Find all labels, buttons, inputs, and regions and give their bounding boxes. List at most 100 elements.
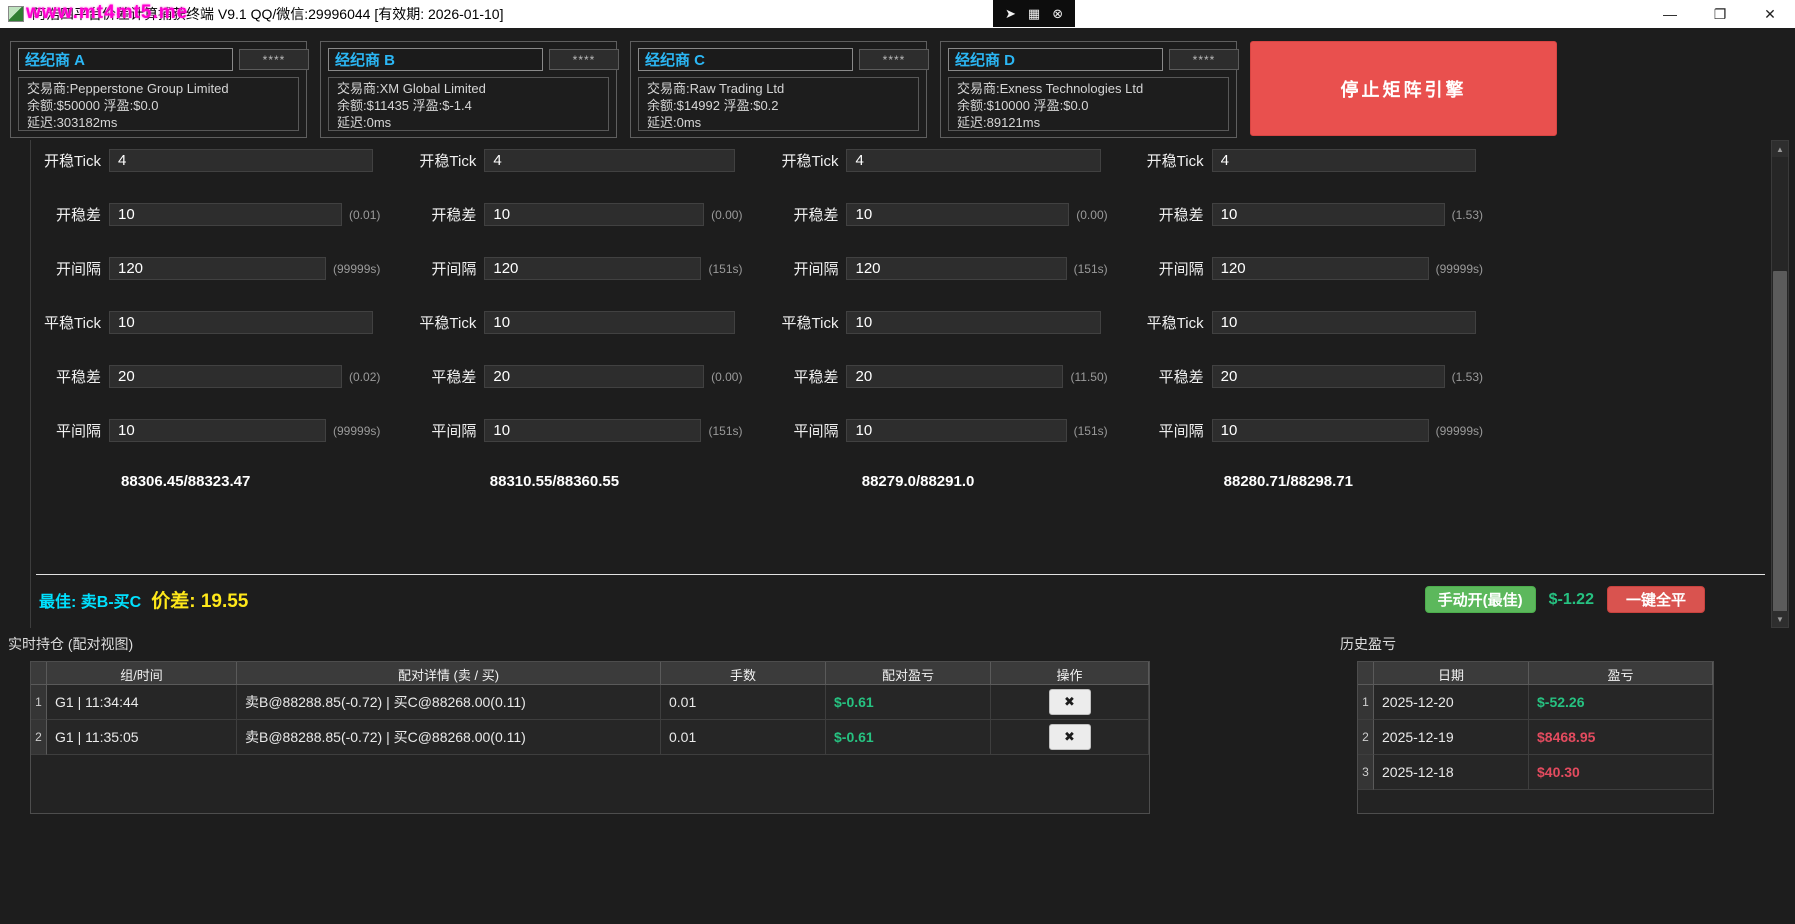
param-suffix: (0.00) xyxy=(711,208,742,222)
param-input-b-open-interval[interactable] xyxy=(484,257,701,280)
param-input-a-close-tick[interactable] xyxy=(109,311,373,334)
param-suffix: (11.50) xyxy=(1070,370,1107,384)
param-input-c-close-interval[interactable] xyxy=(846,419,1066,442)
broker-c-name-input[interactable] xyxy=(638,48,853,71)
param-input-a-open-diff[interactable] xyxy=(109,203,342,226)
param-input-d-close-diff[interactable] xyxy=(1212,365,1445,388)
bottom-section: 实时持仓 (配对视图) 历史盈亏 组/时间 配对详情 (卖 / 买) 手数 配对… xyxy=(0,634,1795,924)
param-suffix: (151s) xyxy=(708,262,742,276)
broker-b-name-input[interactable] xyxy=(328,48,543,71)
cursor-icon[interactable]: ➤ xyxy=(1005,7,1016,20)
screen-icon[interactable]: ▦ xyxy=(1028,7,1040,20)
param-label: 平稳Tick xyxy=(31,312,109,333)
position-group-time[interactable]: G1 | 11:34:44 xyxy=(47,685,237,720)
broker-c-password-input[interactable] xyxy=(859,49,929,70)
quote-a: 88306.45/88323.47 xyxy=(31,473,380,490)
history-date[interactable]: 2025-12-18 xyxy=(1374,755,1529,790)
matrix-params-region: 开稳Tick 开稳差(0.01) 开间隔(99999s) 平稳Tick 平稳差(… xyxy=(30,140,1795,628)
vertical-scrollbar[interactable]: ▲ ▼ xyxy=(1771,140,1789,628)
position-pair-detail[interactable]: 卖B@88288.85(-0.72) | 买C@88268.00(0.11) xyxy=(237,720,661,755)
scroll-up-icon[interactable]: ▲ xyxy=(1772,141,1788,157)
param-input-c-close-tick[interactable] xyxy=(846,311,1100,334)
broker-d-name-input[interactable] xyxy=(948,48,1163,71)
column-header-group-time: 组/时间 xyxy=(47,662,237,685)
broker-a-latency: 延迟:303182ms xyxy=(27,114,290,131)
broker-a-balance: 余额:$50000 浮盈:$0.0 xyxy=(27,97,290,114)
history-table: 日期 盈亏 1 2025-12-20 $-52.26 2 2025-12-19 … xyxy=(1358,662,1713,790)
param-input-d-open-diff[interactable] xyxy=(1212,203,1445,226)
param-suffix: (151s) xyxy=(1074,262,1108,276)
param-label: 开稳差 xyxy=(406,204,484,225)
param-label: 平稳差 xyxy=(406,366,484,387)
param-input-a-close-diff[interactable] xyxy=(109,365,342,388)
param-input-b-open-tick[interactable] xyxy=(484,149,735,172)
minimize-button[interactable]: — xyxy=(1645,0,1695,28)
param-label: 平间隔 xyxy=(1134,420,1212,441)
param-suffix: (99999s) xyxy=(1436,262,1483,276)
history-date[interactable]: 2025-12-19 xyxy=(1374,720,1529,755)
param-input-b-close-interval[interactable] xyxy=(484,419,701,442)
broker-a-name-input[interactable] xyxy=(18,48,233,71)
history-pnl[interactable]: $-52.26 xyxy=(1529,685,1713,720)
position-pair-pnl[interactable]: $-0.61 xyxy=(826,685,991,720)
floating-pnl-value: $-1.22 xyxy=(1549,591,1594,609)
param-label: 开间隔 xyxy=(31,258,109,279)
param-input-d-close-interval[interactable] xyxy=(1212,419,1429,442)
param-input-b-open-diff[interactable] xyxy=(484,203,704,226)
history-pnl[interactable]: $40.30 xyxy=(1529,755,1713,790)
broker-d-info: 交易商:Exness Technologies Ltd 余额:$10000 浮盈… xyxy=(948,77,1229,131)
broker-d-balance: 余额:$10000 浮盈:$0.0 xyxy=(957,97,1220,114)
param-input-a-close-interval[interactable] xyxy=(109,419,326,442)
broker-c-dealer: 交易商:Raw Trading Ltd xyxy=(647,80,910,97)
position-pair-detail[interactable]: 卖B@88288.85(-0.72) | 买C@88268.00(0.11) xyxy=(237,685,661,720)
best-pair-label: 最佳: 卖B-买C xyxy=(39,588,141,612)
param-label: 开稳Tick xyxy=(31,150,109,171)
position-lots[interactable]: 0.01 xyxy=(661,685,826,720)
param-input-a-open-tick[interactable] xyxy=(109,149,373,172)
close-all-button[interactable]: 一键全平 xyxy=(1607,586,1705,613)
broker-a-password-input[interactable] xyxy=(239,49,309,70)
scroll-down-icon[interactable]: ▼ xyxy=(1772,611,1788,627)
param-input-b-close-diff[interactable] xyxy=(484,365,704,388)
position-lots[interactable]: 0.01 xyxy=(661,720,826,755)
history-date[interactable]: 2025-12-20 xyxy=(1374,685,1529,720)
param-input-a-open-interval[interactable] xyxy=(109,257,326,280)
stop-matrix-engine-button[interactable]: 停止矩阵引擎 xyxy=(1250,41,1557,136)
params-grid: 开稳Tick 开稳差(0.01) 开间隔(99999s) 平稳Tick 平稳差(… xyxy=(31,140,1509,490)
broker-d-password-input[interactable] xyxy=(1169,49,1239,70)
param-input-c-close-diff[interactable] xyxy=(846,365,1063,388)
param-input-d-close-tick[interactable] xyxy=(1212,311,1476,334)
param-input-c-open-diff[interactable] xyxy=(846,203,1069,226)
position-action-cell: ✖ xyxy=(991,720,1149,755)
history-pnl[interactable]: $8468.95 xyxy=(1529,720,1713,755)
manual-open-best-button[interactable]: 手动开(最佳) xyxy=(1425,586,1536,613)
param-input-c-open-tick[interactable] xyxy=(846,149,1100,172)
close-circle-icon[interactable]: ⊗ xyxy=(1052,7,1063,20)
param-label: 开稳差 xyxy=(31,204,109,225)
close-position-button[interactable]: ✖ xyxy=(1049,724,1091,750)
column-header-pair-detail: 配对详情 (卖 / 买) xyxy=(237,662,661,685)
app-icon xyxy=(8,6,24,22)
row-number: 1 xyxy=(1358,685,1374,720)
param-input-d-open-tick[interactable] xyxy=(1212,149,1476,172)
close-button[interactable]: ✕ xyxy=(1745,0,1795,28)
param-input-c-open-interval[interactable] xyxy=(846,257,1066,280)
param-input-b-close-tick[interactable] xyxy=(484,311,735,334)
close-position-button[interactable]: ✖ xyxy=(1049,689,1091,715)
param-label: 开稳差 xyxy=(1134,204,1212,225)
position-pair-pnl[interactable]: $-0.61 xyxy=(826,720,991,755)
param-input-d-open-interval[interactable] xyxy=(1212,257,1429,280)
watermark: www.mt4mt5.me xyxy=(26,2,188,24)
column-header-lots: 手数 xyxy=(661,662,826,685)
param-suffix: (151s) xyxy=(708,424,742,438)
broker-d-latency: 延迟:89121ms xyxy=(957,114,1220,131)
scrollbar-thumb[interactable] xyxy=(1773,271,1787,613)
broker-b-latency: 延迟:0ms xyxy=(337,114,600,131)
param-label: 平稳Tick xyxy=(406,312,484,333)
param-column-b: 开稳Tick 开稳差(0.00) 开间隔(151s) 平稳Tick 平稳差(0.… xyxy=(406,149,768,490)
maximize-button[interactable]: ❐ xyxy=(1695,0,1745,28)
broker-header-row: 交易商:Pepperstone Group Limited 余额:$50000 … xyxy=(0,28,1795,138)
param-suffix: (0.02) xyxy=(349,370,380,384)
position-group-time[interactable]: G1 | 11:35:05 xyxy=(47,720,237,755)
broker-b-password-input[interactable] xyxy=(549,49,619,70)
